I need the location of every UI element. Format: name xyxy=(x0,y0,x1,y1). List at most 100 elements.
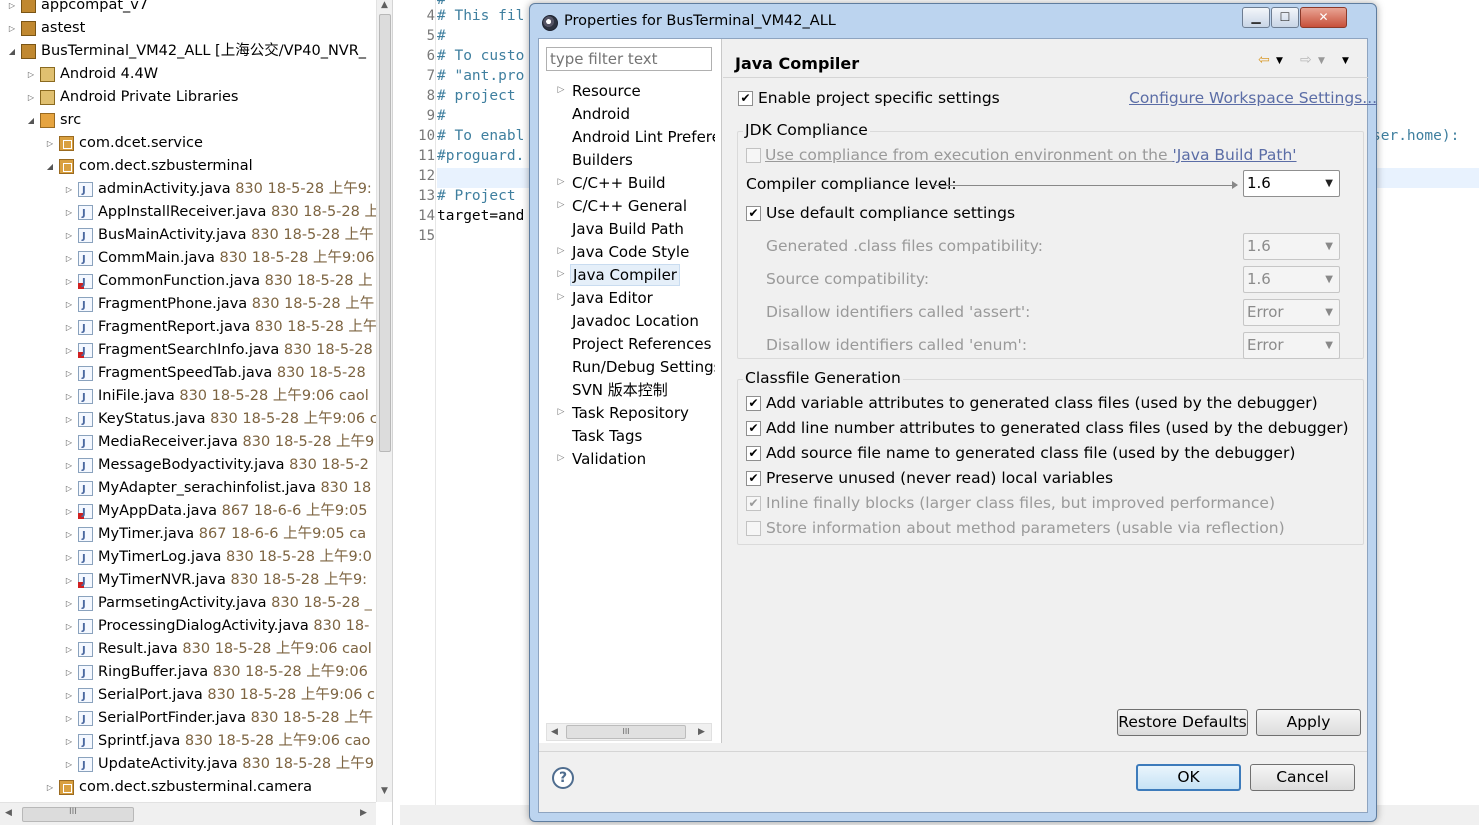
nav-item-resource[interactable]: Resource xyxy=(570,80,715,102)
collapsed-arrow-icon[interactable]: ▷ xyxy=(63,684,75,707)
collapsed-arrow-icon[interactable]: ▷ xyxy=(63,385,75,408)
collapsed-arrow-icon[interactable]: ▷ xyxy=(63,431,75,454)
classfile-option-checkbox[interactable] xyxy=(746,521,761,536)
collapsed-arrow-icon[interactable]: ▷ xyxy=(63,454,75,477)
expanded-arrow-icon[interactable]: ◢ xyxy=(44,155,56,178)
nav-item-project-references[interactable]: Project References xyxy=(570,333,715,355)
collapsed-arrow-icon[interactable]: ▷ xyxy=(63,408,75,431)
classfile-option-checkbox[interactable]: ✔ xyxy=(746,421,761,436)
use-env-compliance-checkbox[interactable] xyxy=(746,148,761,163)
nav-item-android[interactable]: Android xyxy=(570,103,715,125)
nav-item-java-code-style[interactable]: Java Code Style xyxy=(570,241,715,263)
nav-item-java-build-path[interactable]: Java Build Path xyxy=(570,218,715,240)
collapsed-arrow-icon[interactable]: ▷ xyxy=(63,546,75,569)
collapsed-arrow-icon[interactable]: ▷ xyxy=(6,0,18,17)
classfile-option-checkbox[interactable]: ✔ xyxy=(746,471,761,486)
expanded-arrow-icon[interactable]: ◢ xyxy=(25,109,37,132)
back-dropdown-icon[interactable]: ▼ xyxy=(1276,56,1283,66)
collapsed-arrow-icon[interactable]: ▷ xyxy=(556,292,566,302)
enable-project-settings-checkbox[interactable]: ✔ xyxy=(738,91,753,106)
nav-item-android-lint-preferences[interactable]: Android Lint Preferences xyxy=(570,126,715,148)
configure-workspace-settings-link[interactable]: Configure Workspace Settings... xyxy=(1129,89,1377,107)
nav-item-builders[interactable]: Builders xyxy=(570,149,715,171)
use-default-compliance-checkbox[interactable]: ✔ xyxy=(746,206,761,221)
collapsed-arrow-icon[interactable]: ▷ xyxy=(556,177,566,187)
nav-item-validation[interactable]: Validation xyxy=(570,448,715,470)
apply-button[interactable]: Apply xyxy=(1256,709,1361,736)
jdk-setting-combo[interactable]: Error ▼ xyxy=(1243,299,1340,326)
dialog-titlebar[interactable]: Properties for BusTerminal_VM42_ALL ▁ ☐ … xyxy=(530,4,1376,40)
ok-button[interactable]: OK xyxy=(1136,764,1241,791)
forward-dropdown-icon[interactable]: ▼ xyxy=(1318,56,1325,66)
collapsed-arrow-icon[interactable]: ▷ xyxy=(556,453,566,463)
collapsed-arrow-icon[interactable]: ▷ xyxy=(63,661,75,684)
back-arrow-icon[interactable]: ⇦ xyxy=(1258,52,1270,68)
compliance-level-combo[interactable]: 1.6 ▼ xyxy=(1243,170,1340,197)
scroll-right-arrow-icon[interactable]: ▶ xyxy=(360,808,367,818)
collapsed-arrow-icon[interactable]: ▷ xyxy=(63,201,75,224)
help-icon[interactable]: ? xyxy=(552,767,574,789)
cancel-button[interactable]: Cancel xyxy=(1250,764,1355,791)
scroll-left-arrow-icon[interactable]: ◀ xyxy=(5,808,12,818)
collapsed-arrow-icon[interactable]: ▷ xyxy=(63,638,75,661)
scroll-right-arrow-icon[interactable]: ▶ xyxy=(698,727,705,737)
collapsed-arrow-icon[interactable]: ▷ xyxy=(63,615,75,638)
collapsed-arrow-icon[interactable]: ▷ xyxy=(556,246,566,256)
collapsed-arrow-icon[interactable]: ▷ xyxy=(44,132,56,155)
explorer-vertical-scrollbar[interactable]: ▲ ▼ xyxy=(376,0,392,802)
jdk-setting-combo[interactable]: 1.6 ▼ xyxy=(1243,266,1340,293)
collapsed-arrow-icon[interactable]: ▷ xyxy=(63,362,75,385)
explorer-hscroll-thumb[interactable]: III xyxy=(22,807,134,822)
collapsed-arrow-icon[interactable]: ▷ xyxy=(556,269,566,279)
collapsed-arrow-icon[interactable]: ▷ xyxy=(556,200,566,210)
expanded-arrow-icon[interactable]: ◢ xyxy=(6,40,18,63)
collapsed-arrow-icon[interactable]: ▷ xyxy=(63,500,75,523)
nav-item-javadoc-location[interactable]: Javadoc Location xyxy=(570,310,715,332)
collapsed-arrow-icon[interactable]: ▷ xyxy=(25,86,37,109)
close-button[interactable]: ✕ xyxy=(1300,7,1347,28)
scroll-up-arrow-icon[interactable]: ▲ xyxy=(381,0,388,10)
nav-item-c-c-build[interactable]: C/C++ Build xyxy=(570,172,715,194)
collapsed-arrow-icon[interactable]: ▷ xyxy=(63,753,75,776)
restore-defaults-button[interactable]: Restore Defaults xyxy=(1117,709,1248,736)
collapsed-arrow-icon[interactable]: ▷ xyxy=(63,316,75,339)
classfile-option-checkbox[interactable]: ✔ xyxy=(746,446,761,461)
minimize-button[interactable]: ▁ xyxy=(1242,7,1270,28)
nav-item-java-compiler[interactable]: Java Compiler xyxy=(570,264,680,286)
nav-item-c-c-general[interactable]: C/C++ General xyxy=(570,195,715,217)
view-menu-icon[interactable]: ▼ xyxy=(1342,56,1349,66)
collapsed-arrow-icon[interactable]: ▷ xyxy=(25,63,37,86)
explorer-horizontal-scrollbar[interactable]: ◀ III ▶ xyxy=(0,802,376,825)
collapsed-arrow-icon[interactable]: ▷ xyxy=(556,407,566,417)
nav-item-svn[interactable]: SVN 版本控制 xyxy=(570,379,715,401)
collapsed-arrow-icon[interactable]: ▷ xyxy=(63,592,75,615)
maximize-button[interactable]: ☐ xyxy=(1271,7,1299,28)
collapsed-arrow-icon[interactable]: ▷ xyxy=(44,776,56,799)
nav-item-java-editor[interactable]: Java Editor xyxy=(570,287,715,309)
classfile-option-checkbox[interactable]: ✔ xyxy=(746,496,761,511)
filter-input[interactable] xyxy=(546,47,712,71)
nav-item-task-tags[interactable]: Task Tags xyxy=(570,425,715,447)
collapsed-arrow-icon[interactable]: ▷ xyxy=(63,523,75,546)
explorer-scroll-thumb[interactable] xyxy=(379,14,391,452)
collapsed-arrow-icon[interactable]: ▷ xyxy=(63,178,75,201)
collapsed-arrow-icon[interactable]: ▷ xyxy=(63,293,75,316)
nav-item-task-repository[interactable]: Task Repository xyxy=(570,402,715,424)
collapsed-arrow-icon[interactable]: ▷ xyxy=(63,707,75,730)
collapsed-arrow-icon[interactable]: ▷ xyxy=(556,85,566,95)
scroll-left-arrow-icon[interactable]: ◀ xyxy=(551,727,558,737)
collapsed-arrow-icon[interactable]: ▷ xyxy=(63,339,75,362)
collapsed-arrow-icon[interactable]: ▷ xyxy=(63,730,75,753)
collapsed-arrow-icon[interactable]: ▷ xyxy=(63,224,75,247)
collapsed-arrow-icon[interactable]: ▷ xyxy=(63,569,75,592)
java-build-path-link[interactable]: 'Java Build Path' xyxy=(1172,146,1296,164)
scroll-down-arrow-icon[interactable]: ▼ xyxy=(381,786,388,796)
nav-horizontal-scrollbar[interactable]: ◀ III ▶ xyxy=(546,723,712,741)
collapsed-arrow-icon[interactable]: ▷ xyxy=(63,270,75,293)
jdk-setting-combo[interactable]: Error ▼ xyxy=(1243,332,1340,359)
collapsed-arrow-icon[interactable]: ▷ xyxy=(63,247,75,270)
collapsed-arrow-icon[interactable]: ▷ xyxy=(6,17,18,40)
jdk-setting-combo[interactable]: 1.6 ▼ xyxy=(1243,233,1340,260)
classfile-option-checkbox[interactable]: ✔ xyxy=(746,396,761,411)
collapsed-arrow-icon[interactable]: ▷ xyxy=(63,477,75,500)
